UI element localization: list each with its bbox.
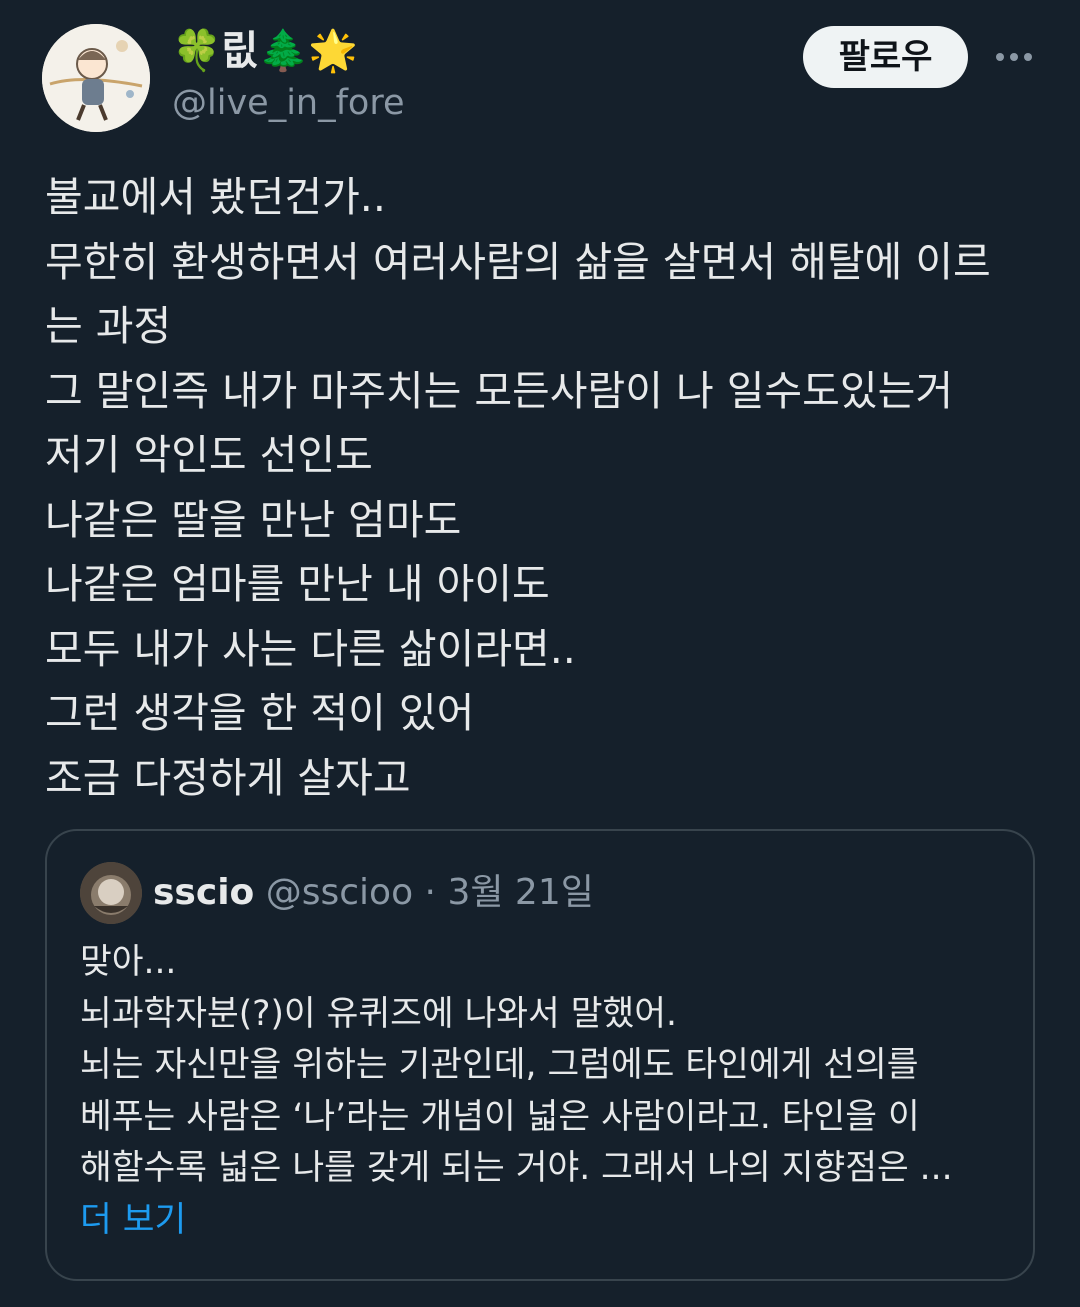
quoted-text-line: 맞아... [80, 942, 177, 982]
tweet-text-line: 그 말인즉 내가 마주치는 모든사람이 나 일수도있는거 [45, 366, 954, 415]
user-handle[interactable]: @live_in_fore [172, 80, 405, 126]
quoted-text-line: 뇌는 자신만을 위하는 기관인데, 그럼에도 타인에게 선의를 [80, 1045, 919, 1085]
avatar-illustration [42, 24, 150, 132]
quoted-header: sscio @sscioo · 3월 21일 [153, 869, 594, 917]
tweet-text: 불교에서 봤던건가.. 무한히 환생하면서 여러사람의 삶을 살면서 해탈에 이… [45, 165, 1045, 810]
quoted-tweet[interactable]: sscio @sscioo · 3월 21일 맞아... 뇌과학자분(?)이 유… [45, 829, 1035, 1281]
tweet-text-line: 나같은 딸을 만난 엄마도 [45, 495, 462, 544]
tweet-text-line: 무한히 환생하면서 여러사람의 삶을 살면서 해탈에 이르 [45, 237, 991, 286]
quoted-text-line: 베푸는 사람은 ‘나’라는 개념이 넓은 사람이라고. 타인을 이 [80, 1096, 920, 1137]
tweet-text-line: 조금 다정하게 살자고 [45, 753, 411, 802]
tweet-text-line: 저기 악인도 선인도 [45, 431, 373, 479]
quoted-avatar-image [80, 862, 142, 924]
tweet-text-line: 나같은 엄마를 만난 내 아이도 [45, 560, 550, 608]
tweet-text-line: 는 과정 [45, 302, 172, 350]
quoted-display-name[interactable]: sscio [153, 872, 254, 913]
quoted-avatar[interactable] [80, 862, 142, 924]
tweet: 🍀릾🌲🌟 @live_in_fore 팔로우 불교에서 봤던건가.. 무한히 환… [0, 0, 1080, 1307]
quoted-text: 맞아... 뇌과학자분(?)이 유퀴즈에 나와서 말했어. 뇌는 자신만을 위하… [80, 937, 1010, 1246]
follow-button[interactable]: 팔로우 [803, 26, 968, 88]
more-horizontal-icon[interactable] [990, 37, 1038, 77]
show-more-link[interactable]: 더 보기 [80, 1195, 1010, 1247]
tweet-text-line: 모두 내가 사는 다른 삶이라면.. [45, 624, 576, 673]
display-name[interactable]: 🍀릾🌲🌟 [172, 26, 358, 76]
quoted-date[interactable]: 3월 21일 [447, 872, 593, 913]
avatar[interactable] [42, 24, 150, 132]
quoted-handle[interactable]: @sscioo [266, 872, 413, 913]
tweet-text-line: 불교에서 봤던건가.. [45, 173, 386, 221]
quoted-separator: · [424, 872, 436, 913]
tweet-text-line: 그런 생각을 한 적이 있어 [45, 689, 475, 737]
quoted-text-line: 해할수록 넓은 나를 갖게 되는 거야. 그래서 나의 지향점은 ... [80, 1148, 953, 1188]
quoted-text-line: 뇌과학자분(?)이 유퀴즈에 나와서 말했어. [80, 993, 677, 1034]
